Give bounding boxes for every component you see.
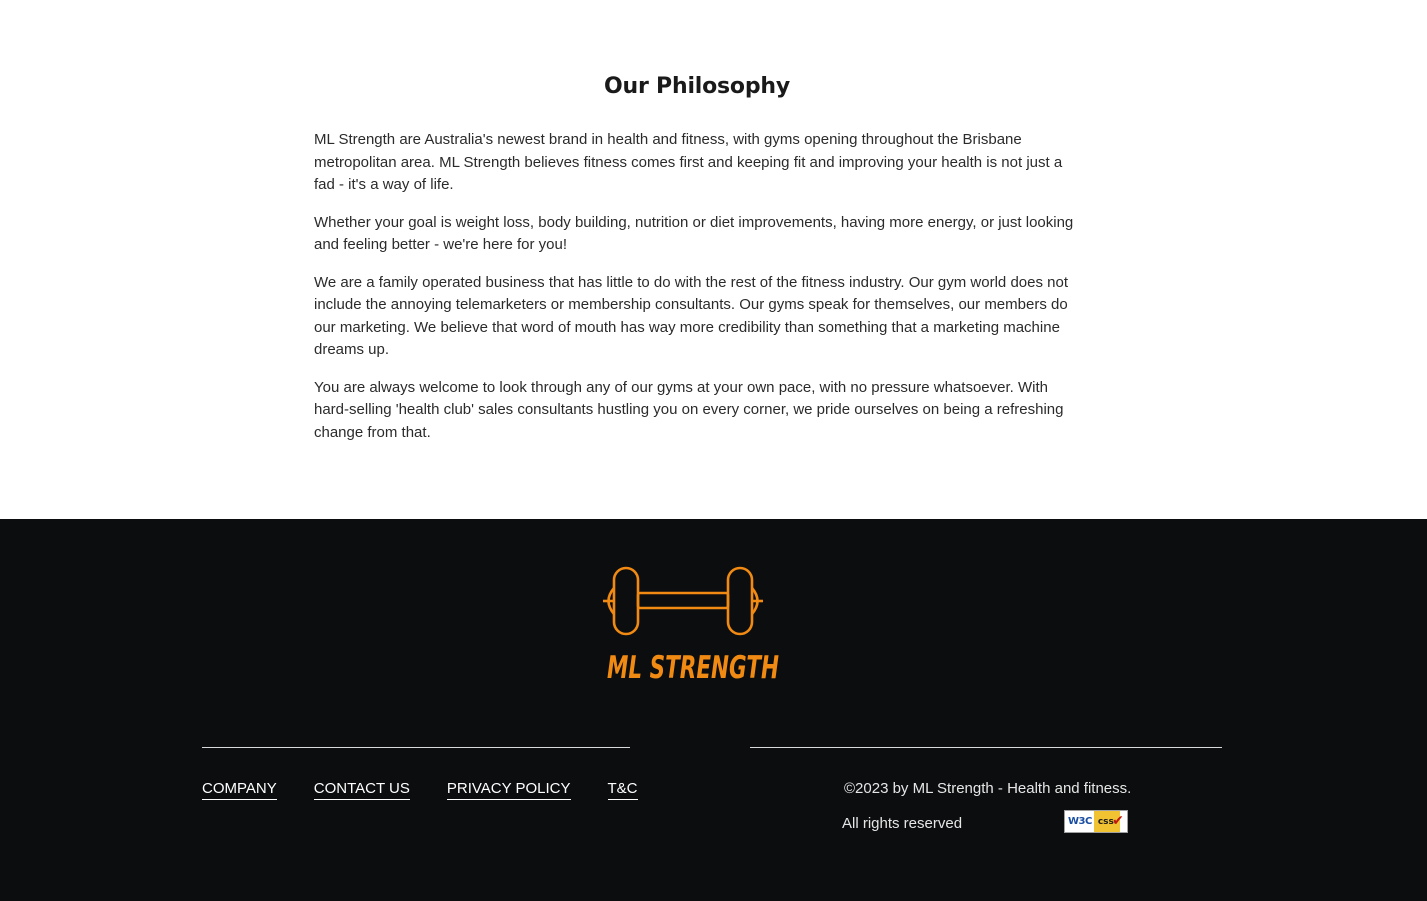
philosophy-paragraph: ML Strength are Australia's newest brand… bbox=[314, 131, 1063, 193]
footer-nav: COMPANY CONTACT US PRIVACY POLICY T&C bbox=[202, 780, 638, 800]
checkmark-icon: ✔ bbox=[1112, 813, 1124, 829]
philosophy-section: Our Philosophy ML Strength are Australia… bbox=[0, 0, 1427, 519]
w3c-badge-label: W3C bbox=[1068, 816, 1092, 827]
w3c-css-badge[interactable]: W3C css ✔ bbox=[1064, 810, 1128, 833]
footer-link-contact-us[interactable]: CONTACT US bbox=[313, 780, 410, 800]
philosophy-body: ML Strength are Australia's newest brand… bbox=[314, 129, 1084, 459]
dumbbell-icon: ML STRENGTH bbox=[603, 566, 779, 686]
logo-text: ML STRENGTH bbox=[607, 650, 779, 686]
philosophy-paragraph: You are always welcome to look through a… bbox=[314, 378, 1064, 441]
rights-text: All rights reserved bbox=[842, 815, 963, 832]
philosophy-paragraph: Whether your goal is weight loss, body b… bbox=[314, 213, 1074, 254]
copyright-text: ©2023 by ML Strength - Health and fitnes… bbox=[844, 780, 1132, 797]
footer-link-terms[interactable]: T&C bbox=[607, 780, 638, 800]
page-title: Our Philosophy bbox=[603, 74, 790, 99]
ml-strength-logo[interactable]: ML STRENGTH bbox=[596, 560, 786, 690]
philosophy-paragraph: We are a family operated business that h… bbox=[314, 273, 1068, 359]
footer-link-company[interactable]: COMPANY bbox=[202, 780, 277, 800]
site-footer: ML STRENGTH COMPANY CONTACT US PRIVACY P… bbox=[0, 519, 1427, 901]
footer-divider bbox=[750, 747, 1222, 748]
footer-divider bbox=[202, 747, 630, 748]
footer-link-privacy-policy[interactable]: PRIVACY POLICY bbox=[446, 780, 571, 800]
css-badge-label: css ✔ bbox=[1093, 811, 1124, 832]
